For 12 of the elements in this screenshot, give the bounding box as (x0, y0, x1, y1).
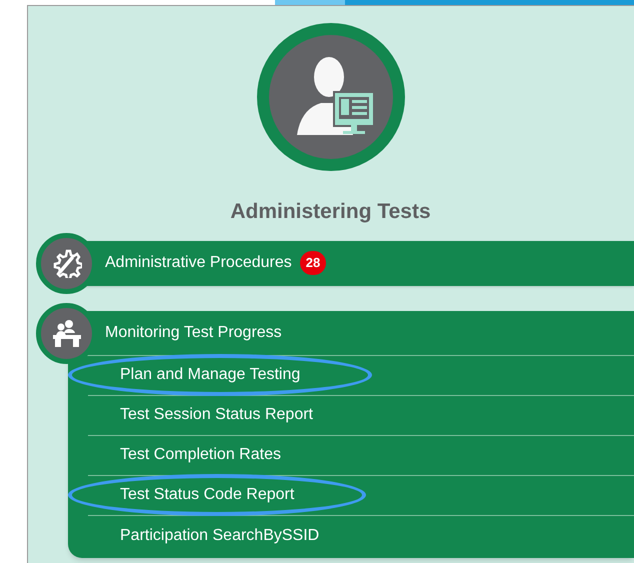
teacher-computer-icon (256, 23, 404, 171)
submenu-link[interactable]: Plan and Manage Testing (120, 366, 300, 383)
count-badge: 28 (300, 251, 326, 275)
menu-heading-link[interactable]: Monitoring Test Progress (105, 320, 282, 344)
section-title: Administering Tests (230, 199, 431, 225)
submenu-link[interactable]: Test Completion Rates (120, 446, 281, 463)
submenu-link[interactable]: Participation SearchBySSID (120, 526, 320, 544)
submenu-link[interactable]: Test Status Code Report (120, 486, 294, 503)
gear-wrench-icon (52, 248, 82, 278)
menu-heading-link[interactable]: Administrative Procedures (105, 251, 292, 275)
submenu-link[interactable]: Test Session Status Report (120, 406, 313, 423)
people-desk-icon (50, 319, 82, 347)
